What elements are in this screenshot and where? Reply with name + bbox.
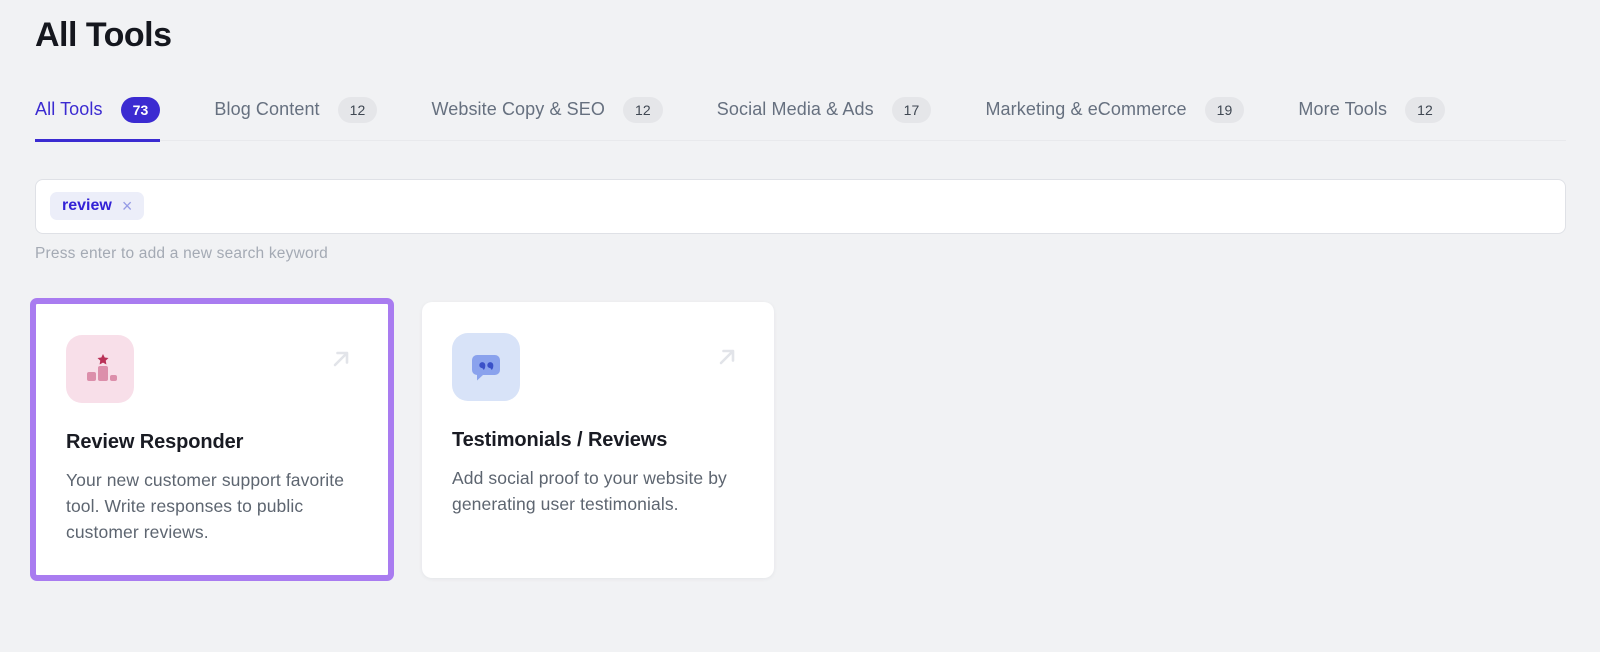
tab-more-tools[interactable]: More Tools 12 [1298, 96, 1445, 142]
search-tag-label: review [62, 197, 112, 214]
search-tag-review: review × [50, 192, 145, 220]
tool-description: Add social proof to your website by gene… [452, 467, 727, 514]
card-testimonials-reviews[interactable]: Testimonials / Reviews Add social proof … [422, 301, 774, 578]
tab-label: More Tools [1298, 99, 1388, 119]
card-review-responder[interactable]: Review Responder Your new customer suppo… [36, 303, 388, 575]
tab-count-badge: 12 [337, 96, 378, 123]
remove-tag-icon[interactable]: × [122, 197, 133, 215]
tab-label: Blog Content [214, 99, 320, 119]
tab-website-copy-seo[interactable]: Website Copy & SEO 12 [431, 96, 663, 142]
speech-bubble-quote-icon [452, 332, 520, 401]
open-tool-arrow-icon[interactable] [714, 344, 740, 375]
tool-title: Review Responder [66, 430, 244, 453]
tab-blog-content[interactable]: Blog Content 12 [214, 96, 378, 142]
tool-title: Testimonials / Reviews [452, 428, 668, 451]
highlight-outline: Review Responder Your new customer suppo… [30, 297, 394, 581]
tab-count-badge: 12 [623, 96, 663, 123]
search-input[interactable] [156, 197, 1551, 215]
tab-marketing-ecommerce[interactable]: Marketing & eCommerce 19 [985, 96, 1245, 142]
tab-label: Marketing & eCommerce [985, 99, 1187, 119]
tab-all-tools[interactable]: All Tools 73 [35, 96, 161, 142]
tab-count-badge: 17 [891, 96, 932, 123]
tool-description: Your new customer support favorite tool.… [66, 469, 345, 542]
search-helper-text: Press enter to add a new search keyword [35, 244, 328, 262]
keyword-search-box[interactable]: review × [35, 178, 1566, 234]
open-tool-arrow-icon[interactable] [328, 346, 354, 377]
tab-count-badge: 73 [120, 96, 161, 123]
tab-social-media-ads[interactable]: Social Media & Ads 17 [716, 96, 932, 142]
tab-label: All Tools [35, 99, 103, 119]
tab-count-badge: 12 [1405, 96, 1445, 123]
category-tabbar: All Tools 73 Blog Content 12 Website Cop… [35, 96, 1566, 142]
tab-label: Website Copy & SEO [431, 99, 605, 119]
page-title: All Tools [35, 16, 172, 54]
tab-count-badge: 19 [1204, 96, 1245, 123]
all-tools-page: All Tools All Tools 73 Blog Content 12 W… [0, 0, 1600, 581]
tab-label: Social Media & Ads [716, 99, 874, 119]
tool-cards-row: Review Responder Your new customer suppo… [30, 297, 1566, 581]
review-bars-star-icon [66, 334, 134, 403]
